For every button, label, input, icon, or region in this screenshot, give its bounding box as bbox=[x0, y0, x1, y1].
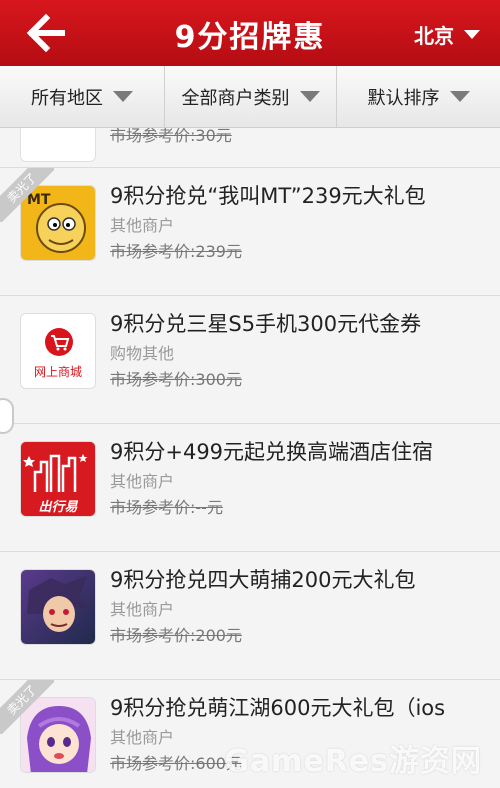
chevron-down-icon bbox=[449, 91, 470, 102]
item-title: 9积分抢兑“我叫MT”239元大礼包 bbox=[110, 184, 426, 208]
chevron-down-icon bbox=[113, 91, 133, 102]
city-label: 北京 bbox=[414, 24, 454, 48]
game-character-icon bbox=[20, 569, 96, 645]
city-selector[interactable]: 北京 bbox=[414, 20, 480, 49]
filter-bar: 所有地区 全部商户类别 默认排序 bbox=[0, 66, 500, 128]
online-mall-label: 网上商城 bbox=[33, 365, 82, 379]
list-item[interactable]: 市场参考价:30元 bbox=[0, 128, 500, 168]
filter-category-label: 全部商户类别 bbox=[181, 87, 290, 109]
item-category: 其他商户 bbox=[110, 216, 175, 235]
filter-region-label: 所有地区 bbox=[31, 87, 103, 109]
chevron-down-icon bbox=[464, 30, 480, 39]
travel-label: 出行易 bbox=[38, 500, 78, 515]
item-thumbnail bbox=[20, 128, 96, 162]
chevron-down-icon bbox=[299, 91, 320, 102]
list-item[interactable]: 出行易 9积分+499元起兑换高端酒店住宿 其他商户 市场参考价:--元 bbox=[0, 424, 500, 552]
filter-sort-label: 默认排序 bbox=[367, 87, 440, 109]
sold-out-badge-text: 卖光了 bbox=[0, 680, 54, 734]
watermark: GameRes游资网 bbox=[224, 744, 482, 779]
sold-out-badge-text: 卖光了 bbox=[0, 168, 54, 222]
item-title: 9积分抢兑萌江湖600元大礼包（ios bbox=[110, 696, 446, 720]
item-market-price: 市场参考价:30元 bbox=[110, 128, 232, 145]
list-item[interactable]: 网上商城 9积分兑三星S5手机300元代金券 购物其他 市场参考价:300元 bbox=[0, 296, 500, 424]
top-bar: 9分招牌惠 北京 bbox=[0, 0, 500, 66]
item-category: 其他商户 bbox=[110, 472, 175, 491]
list-item[interactable]: 9积分抢兑四大萌捕200元大礼包 其他商户 市场参考价:200元 bbox=[0, 552, 500, 680]
item-title: 9积分+499元起兑换高端酒店住宿 bbox=[110, 440, 434, 464]
travel-icon: 出行易 bbox=[20, 441, 96, 517]
item-market-price: 市场参考价:239元 bbox=[110, 242, 242, 261]
sold-out-badge: 卖光了 bbox=[0, 680, 54, 734]
sold-out-badge: 卖光了 bbox=[0, 168, 54, 222]
item-title: 9积分抢兑四大萌捕200元大礼包 bbox=[110, 568, 416, 592]
filter-region[interactable]: 所有地区 bbox=[0, 66, 164, 127]
filter-sort[interactable]: 默认排序 bbox=[336, 66, 500, 127]
item-category: 其他商户 bbox=[110, 728, 175, 747]
list-item[interactable]: MT 9积分抢兑“我叫MT”239元大礼包 其他商户 市场参考价:239元 卖光… bbox=[0, 168, 500, 296]
item-market-price: 市场参考价:300元 bbox=[110, 370, 242, 389]
item-market-price: 市场参考价:200元 bbox=[110, 626, 242, 645]
item-market-price: 市场参考价:--元 bbox=[110, 498, 223, 517]
item-category: 其他商户 bbox=[110, 600, 175, 619]
item-title: 9积分兑三星S5手机300元代金券 bbox=[110, 312, 422, 336]
deal-list: 市场参考价:30元 MT 9积分抢兑“我叫MT”239元大礼包 其他商户 市场参… bbox=[0, 128, 500, 788]
item-category: 购物其他 bbox=[110, 344, 175, 363]
scroll-handle[interactable] bbox=[0, 398, 14, 434]
online-mall-icon: 网上商城 bbox=[20, 313, 96, 389]
filter-merchant-category[interactable]: 全部商户类别 bbox=[164, 66, 336, 127]
item-market-price: 市场参考价:600元 bbox=[110, 754, 242, 773]
